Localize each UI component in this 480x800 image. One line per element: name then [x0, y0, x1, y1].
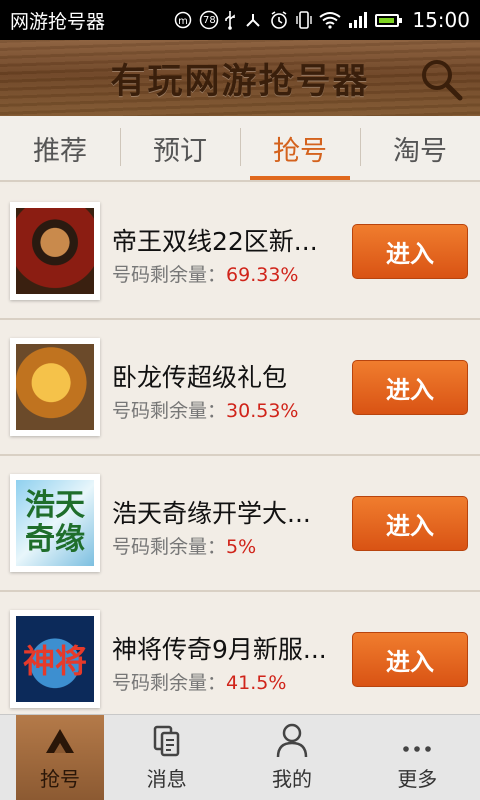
list-item[interactable]: 神将 神将传奇9月新服... 号码剩余量：41.5% 进入 [0, 592, 480, 714]
game-thumbnail [10, 338, 100, 436]
more-icon [403, 746, 432, 752]
remaining-percent: 69.33% [226, 264, 299, 286]
remaining-info: 号码剩余量：5% [112, 532, 256, 559]
search-icon[interactable] [418, 56, 464, 102]
nav-grab[interactable]: 抢号 [16, 715, 104, 800]
nav-label: 消息 [146, 767, 187, 791]
gift-name: 卧龙传超级礼包 [112, 363, 288, 392]
nav-label: 我的 [271, 767, 312, 791]
tab-grab[interactable]: 抢号 [240, 116, 360, 180]
app-header: 有玩网游抢号器 [0, 40, 480, 116]
status-icons: m 78 15:00 [174, 8, 470, 32]
bottom-nav: 抢号 消息 我的 更多 [0, 714, 480, 800]
notif-count-icon: 78 [199, 10, 219, 30]
game-thumbnail [10, 202, 100, 300]
signal-icon [348, 11, 368, 29]
status-bar: 网游抢号器 m 78 15:00 [0, 0, 480, 40]
remaining-info: 号码剩余量：69.33% [112, 260, 298, 287]
game-thumbnail: 浩天奇缘 [10, 474, 100, 572]
status-app-name: 网游抢号器 [10, 10, 106, 33]
page-title: 有玩网游抢号器 [110, 61, 370, 102]
remaining-label: 号码剩余量： [112, 672, 227, 694]
list-item[interactable]: 帝王双线22区新... 号码剩余量：69.33% 进入 [0, 184, 480, 320]
gift-name: 浩天奇缘开学大... [112, 499, 311, 528]
tab-recommend[interactable]: 推荐 [0, 116, 120, 180]
dragon-game-icon [16, 344, 94, 430]
share-icon [244, 11, 262, 29]
list-item[interactable]: 卧龙传超级礼包 号码剩余量：30.53% 进入 [0, 320, 480, 456]
vibrate-icon [296, 10, 313, 30]
nav-label: 更多 [397, 767, 438, 791]
haotian-game-icon: 浩天奇缘 [16, 480, 94, 566]
list-item[interactable]: 浩天奇缘 浩天奇缘开学大... 号码剩余量：5% 进入 [0, 456, 480, 592]
nav-label: 抢号 [40, 767, 80, 791]
remaining-percent: 5% [226, 536, 257, 558]
gift-name: 帝王双线22区新... [112, 227, 318, 256]
message-icon [153, 725, 179, 757]
tab-reserve[interactable]: 预订 [120, 116, 240, 180]
remaining-info: 号码剩余量：30.53% [112, 396, 298, 423]
svg-text:m: m [178, 16, 188, 27]
nav-more[interactable]: 更多 [355, 715, 480, 800]
nav-messages[interactable]: 消息 [104, 715, 229, 800]
shenjiang-game-icon: 神将 [16, 616, 94, 702]
category-tabs: 推荐 预订 抢号 淘号 [0, 116, 480, 182]
remaining-label: 号码剩余量： [112, 400, 227, 422]
enter-button[interactable]: 进入 [352, 224, 468, 279]
notif-count: 78 [202, 14, 216, 26]
enter-button[interactable]: 进入 [352, 496, 468, 551]
battery-icon [375, 13, 403, 27]
emperor-game-icon [16, 208, 94, 294]
wifi-icon [319, 11, 341, 29]
remaining-percent: 41.5% [226, 672, 287, 694]
notification-icon: m [174, 11, 192, 29]
tab-taohao[interactable]: 淘号 [360, 116, 480, 180]
game-thumbnail: 神将 [10, 610, 100, 708]
gift-name: 神将传奇9月新服... [112, 635, 327, 664]
remaining-label: 号码剩余量： [112, 264, 227, 286]
usb-icon [223, 10, 237, 30]
remaining-percent: 30.53% [226, 400, 299, 422]
remaining-label: 号码剩余量： [112, 536, 227, 558]
enter-button[interactable]: 进入 [352, 632, 468, 687]
status-time: 15:00 [412, 8, 470, 32]
nav-mine[interactable]: 我的 [229, 715, 354, 800]
enter-button[interactable]: 进入 [352, 360, 468, 415]
user-icon [276, 723, 308, 758]
gift-list: 帝王双线22区新... 号码剩余量：69.33% 进入 卧龙传超级礼包 号码剩余… [0, 184, 480, 714]
alarm-icon [269, 10, 289, 30]
remaining-info: 号码剩余量：41.5% [112, 668, 286, 695]
horn-icon [46, 729, 74, 753]
